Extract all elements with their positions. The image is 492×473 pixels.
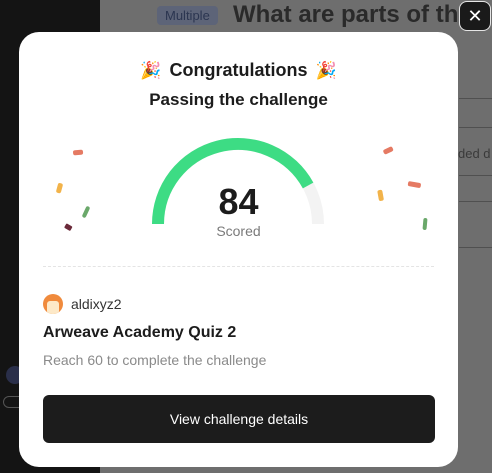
option-divider	[459, 175, 492, 176]
pass-requirement: Reach 60 to complete the challenge	[43, 352, 267, 368]
score-label: Scored	[216, 223, 261, 239]
option-divider	[459, 98, 492, 99]
creator-name: aldixyz2	[71, 296, 122, 312]
option-text: ded d	[458, 146, 491, 161]
score-value: 84	[218, 181, 259, 222]
close-button[interactable]: ✕	[459, 1, 491, 31]
congratulations-modal: 🎉 Congratulations 🎉 Passing the challeng…	[19, 32, 458, 467]
option-divider	[459, 201, 492, 202]
option-divider	[459, 247, 492, 248]
confetti-piece	[73, 149, 84, 156]
close-icon: ✕	[467, 5, 483, 26]
creator-avatar	[43, 294, 63, 314]
option-divider	[459, 127, 492, 128]
creator-info: aldixyz2	[43, 294, 122, 314]
quiz-title: Arweave Academy Quiz 2	[43, 324, 237, 341]
question-type-tag: Multiple	[157, 6, 218, 25]
view-challenge-details-button[interactable]: View challenge details	[43, 395, 435, 443]
section-divider	[43, 266, 434, 267]
question-title: What are parts of the S	[233, 1, 463, 28]
confetti-piece	[383, 146, 394, 155]
